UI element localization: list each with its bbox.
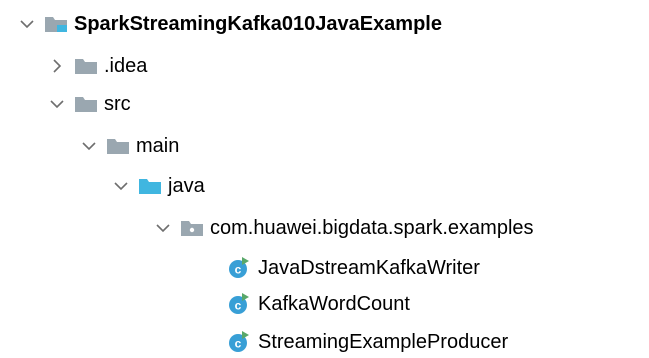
chevron-down-icon[interactable] — [80, 137, 98, 155]
svg-text:c: c — [235, 337, 242, 351]
java-class-icon: c — [228, 331, 250, 353]
tree-node-label: StreamingExampleProducer — [258, 331, 509, 353]
svg-text:c: c — [235, 263, 242, 277]
folder-icon — [106, 137, 130, 155]
chevron-down-icon[interactable] — [18, 15, 36, 33]
tree-node-root[interactable]: SparkStreamingKafka010JavaExample — [18, 8, 442, 40]
tree-node-class[interactable]: c JavaDstreamKafkaWriter — [228, 252, 480, 284]
module-folder-icon — [44, 15, 68, 33]
tree-node-label: .idea — [104, 55, 148, 77]
tree-node-main[interactable]: main — [80, 130, 179, 162]
tree-node-label: KafkaWordCount — [258, 293, 410, 315]
source-folder-icon — [138, 177, 162, 195]
folder-icon — [74, 57, 98, 75]
folder-icon — [74, 95, 98, 113]
project-tree: SparkStreamingKafka010JavaExample .idea … — [0, 0, 649, 358]
tree-node-label: src — [104, 93, 131, 115]
tree-node-class[interactable]: c KafkaWordCount — [228, 288, 410, 320]
java-class-icon: c — [228, 257, 250, 279]
tree-node-label: com.huawei.bigdata.spark.examples — [210, 217, 534, 239]
tree-node-package[interactable]: com.huawei.bigdata.spark.examples — [154, 212, 534, 244]
tree-node-label: JavaDstreamKafkaWriter — [258, 257, 480, 279]
tree-node-java[interactable]: java — [112, 170, 205, 202]
chevron-down-icon[interactable] — [112, 177, 130, 195]
tree-node-idea[interactable]: .idea — [48, 50, 147, 82]
tree-node-label: java — [168, 175, 205, 197]
chevron-down-icon[interactable] — [154, 219, 172, 237]
tree-node-src[interactable]: src — [48, 88, 131, 120]
tree-node-label: main — [136, 135, 180, 157]
java-class-icon: c — [228, 293, 250, 315]
package-icon — [180, 219, 204, 237]
chevron-right-icon[interactable] — [48, 57, 66, 75]
chevron-down-icon[interactable] — [48, 95, 66, 113]
tree-node-label: SparkStreamingKafka010JavaExample — [74, 13, 442, 35]
tree-node-class[interactable]: c StreamingExampleProducer — [228, 326, 508, 358]
svg-text:c: c — [235, 299, 242, 313]
